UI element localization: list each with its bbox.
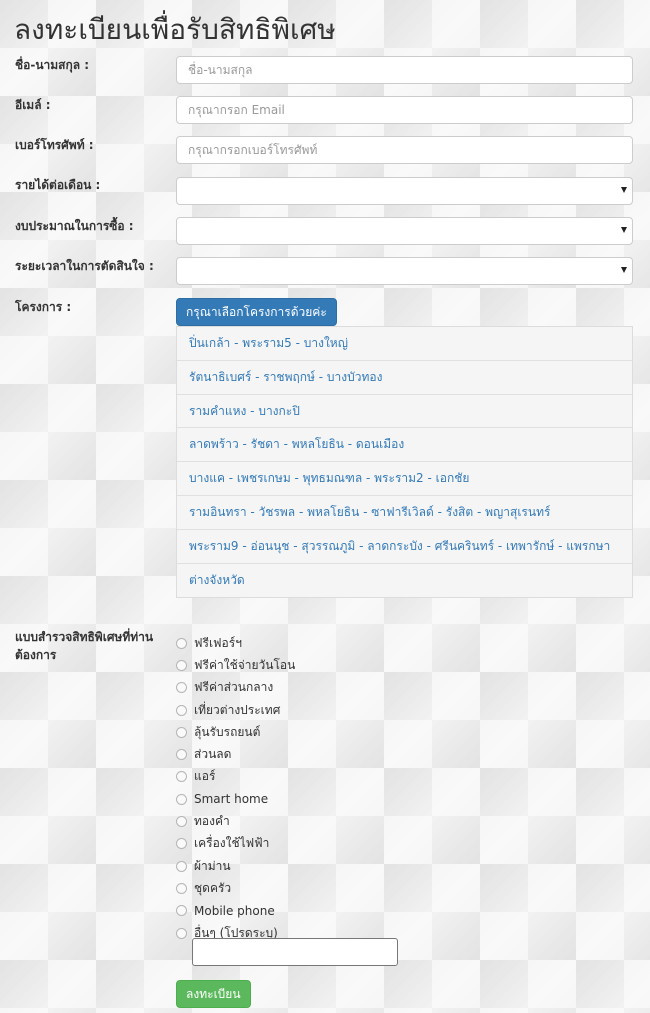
survey-option: ทองคำ [176, 810, 476, 832]
survey-option-label: ฟรีเฟอร์ฯ [194, 635, 242, 650]
project-label: โครงการ : [15, 300, 72, 314]
survey-option-label: ส่วนลด [194, 747, 232, 762]
survey-option-label: เครื่องใช้ไฟฟ้า [194, 836, 270, 851]
survey-label: แบบสำรวจสิทธิพิเศษที่ท่านต้องการ [15, 630, 154, 662]
radio-button[interactable] [176, 860, 187, 872]
radio-button[interactable] [176, 637, 187, 649]
project-item[interactable]: รามอินทรา - วัชรพล - พหลโยธิน - ซาฟารีเว… [177, 496, 632, 530]
radio-button[interactable] [176, 749, 187, 761]
survey-option-label: ผ้าม่าน [194, 858, 231, 873]
caret-down-icon [621, 227, 627, 233]
select-project-button[interactable]: กรุณาเลือกโครงการด้วยค่ะ [176, 298, 337, 326]
survey-option: Smart home [176, 788, 476, 810]
survey-option: ชุดครัว [176, 877, 476, 899]
survey-option-label: Smart home [194, 792, 269, 807]
project-item[interactable]: ต่างจังหวัด [177, 564, 632, 598]
survey-option: ฟรีค่าส่วนกลาง [176, 677, 476, 699]
page-title: ลงทะเบียนเพื่อรับสิทธิพิเศษ [14, 13, 336, 46]
survey-option-label: ทองคำ [194, 814, 230, 829]
decision-time-select[interactable] [176, 257, 633, 285]
survey-option: เครื่องใช้ไฟฟ้า [176, 833, 476, 855]
survey-option: ลุ้นรับรถยนต์ [176, 721, 476, 743]
radio-button[interactable] [176, 905, 187, 917]
survey-option-label: Mobile phone [194, 903, 275, 918]
survey-option: Mobile phone [176, 900, 476, 922]
register-button[interactable]: ลงทะเบียน [176, 980, 251, 1008]
survey-option: ฟรีค่าใช้จ่ายวันโอน [176, 654, 476, 676]
registration-page: ลงทะเบียนเพื่อรับสิทธิพิเศษ ชื่อ-นามสกุล… [0, 0, 650, 1013]
survey-option-label: ชุดครัว [194, 880, 232, 895]
income-label: รายได้ต่อเดือน : [15, 178, 101, 192]
project-item[interactable]: รัตนาธิเบศร์ - ราชพฤกษ์ - บางบัวทอง [177, 361, 632, 395]
email-label: อีเมล์ : [15, 98, 51, 112]
project-list: ปิ่นเกล้า - พระราม5 - บางใหญ่ รัตนาธิเบศ… [176, 326, 633, 599]
radio-button[interactable] [176, 882, 187, 894]
budget-select[interactable] [176, 217, 633, 245]
income-select[interactable] [176, 177, 633, 205]
survey-option: ฟรีเฟอร์ฯ [176, 632, 476, 654]
phone-input[interactable] [176, 136, 633, 164]
name-input[interactable] [176, 56, 633, 84]
radio-button[interactable] [176, 793, 187, 805]
project-item[interactable]: พระราม9 - อ่อนนุช - สุวรรณภูมิ - ลาดกระบ… [177, 530, 632, 564]
caret-down-icon [621, 187, 627, 193]
other-specify-input[interactable] [192, 938, 398, 966]
budget-label: งบประมาณในการซื้อ : [15, 219, 134, 233]
survey-option-label: ลุ้นรับรถยนต์ [194, 724, 261, 739]
radio-button[interactable] [176, 927, 187, 939]
radio-button[interactable] [176, 838, 187, 850]
project-item[interactable]: ลาดพร้าว - รัชดา - พหลโยธิน - ดอนเมือง [177, 428, 632, 463]
decision-time-label: ระยะเวลาในการตัดสินใจ : [15, 259, 154, 273]
survey-option: แอร์ [176, 766, 476, 788]
survey-options: ฟรีเฟอร์ฯ ฟรีค่าใช้จ่ายวันโอน ฟรีค่าส่วน… [176, 632, 476, 944]
survey-option: ส่วนลด [176, 743, 476, 765]
project-item[interactable]: ปิ่นเกล้า - พระราม5 - บางใหญ่ [177, 327, 632, 361]
survey-option-label: แอร์ [194, 769, 216, 784]
radio-button[interactable] [176, 816, 187, 828]
radio-button[interactable] [176, 682, 187, 694]
radio-button[interactable] [176, 726, 187, 738]
phone-label: เบอร์โทรศัพท์ : [15, 138, 94, 152]
project-item[interactable]: รามคำแหง - บางกะปิ [177, 395, 632, 429]
radio-button[interactable] [176, 704, 187, 716]
survey-option-label: ฟรีค่าใช้จ่ายวันโอน [194, 657, 296, 672]
survey-option: ผ้าม่าน [176, 855, 476, 877]
radio-button[interactable] [176, 659, 187, 671]
name-label: ชื่อ-นามสกุล : [15, 58, 90, 72]
email-input[interactable] [176, 96, 633, 124]
caret-down-icon [621, 267, 627, 273]
survey-option-label: ฟรีค่าส่วนกลาง [194, 680, 274, 695]
survey-option: เที่ยวต่างประเทศ [176, 699, 476, 721]
survey-option-label: เที่ยวต่างประเทศ [194, 702, 281, 717]
radio-button[interactable] [176, 771, 187, 783]
project-item[interactable]: บางแค - เพชรเกษม - พุทธมณฑล - พระราม2 - … [177, 462, 632, 496]
